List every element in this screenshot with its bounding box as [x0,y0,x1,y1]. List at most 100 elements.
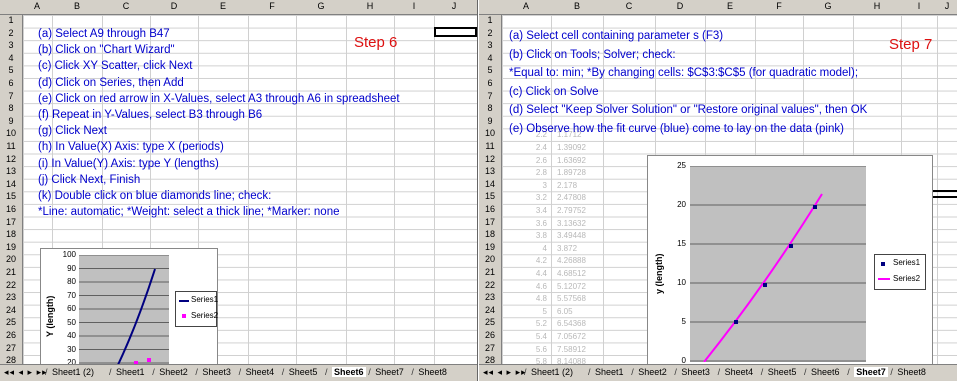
chart-object[interactable]: Y (length) 100 90 80 70 60 50 40 30 20 Series1 S… [40,248,218,368]
row-header[interactable]: 8 [0,103,22,113]
column-header[interactable]: A [22,1,52,11]
sheet-tab[interactable]: Sheet8 [897,367,926,377]
row-header[interactable]: 5 [0,65,22,75]
column-header[interactable]: F [755,1,803,11]
column-header[interactable]: E [198,1,248,11]
row-header[interactable]: 10 [479,128,501,138]
row-header[interactable]: 23 [0,292,22,302]
row-header[interactable]: 7 [0,91,22,101]
sheet-tab[interactable]: Sheet5 [289,367,318,377]
sheet-tab[interactable]: Sheet8 [418,367,447,377]
sheet-tab[interactable]: Sheet6 [332,367,366,377]
row-header[interactable]: 11 [479,141,501,151]
row-header[interactable]: 13 [479,166,501,176]
row-header[interactable]: 22 [0,280,22,290]
row-header[interactable]: 9 [0,116,22,126]
row-header[interactable]: 8 [479,103,501,113]
sheet-tab[interactable]: Sheet2 [159,367,188,377]
row-header[interactable]: 24 [0,305,22,315]
row-header[interactable]: 20 [479,254,501,264]
sheet-tab[interactable]: Sheet7 [854,367,888,377]
row-header[interactable]: 24 [479,305,501,315]
row-header[interactable]: 19 [479,242,501,252]
row-header[interactable]: 15 [0,191,22,201]
column-header[interactable]: I [394,1,434,11]
row-header[interactable]: 21 [0,267,22,277]
sheet-tab[interactable]: Sheet5 [768,367,797,377]
sheet-tab[interactable]: Sheet1 (2) [52,367,94,377]
row-header[interactable]: 14 [479,179,501,189]
row-header[interactable]: 27 [0,343,22,353]
row-header[interactable]: 13 [0,166,22,176]
column-header[interactable]: D [150,1,198,11]
row-header[interactable]: 11 [0,141,22,151]
column-header[interactable]: G [803,1,853,11]
row-header[interactable]: 2 [0,28,22,38]
row-header[interactable]: 1 [479,15,501,25]
sheet-tab[interactable]: Sheet6 [811,367,840,377]
row-header[interactable]: 6 [479,78,501,88]
row-header[interactable]: 7 [479,91,501,101]
sheet-tab[interactable]: Sheet2 [638,367,667,377]
row-header[interactable]: 3 [479,40,501,50]
row-header[interactable]: 6 [0,78,22,88]
column-header[interactable]: B [52,1,102,11]
sheet-tab[interactable]: Sheet4 [725,367,754,377]
row-header[interactable]: 21 [479,267,501,277]
column-header[interactable]: J [937,1,957,11]
row-header[interactable]: 15 [479,191,501,201]
row-header[interactable]: 25 [479,317,501,327]
row-header[interactable]: 18 [0,229,22,239]
column-header[interactable]: C [102,1,150,11]
row-header[interactable]: 22 [479,280,501,290]
row-header[interactable]: 16 [479,204,501,214]
row-header[interactable]: 4 [479,53,501,63]
sheet-tab[interactable]: Sheet7 [375,367,404,377]
row-header[interactable]: 1 [0,15,22,25]
column-header[interactable]: H [346,1,394,11]
sheet-tab[interactable]: Sheet3 [202,367,231,377]
row-header[interactable]: 3 [0,40,22,50]
row-header[interactable]: 23 [479,292,501,302]
sheet-tab[interactable]: Sheet1 [595,367,624,377]
row-header[interactable]: 17 [0,217,22,227]
row-header[interactable]: 5 [479,65,501,75]
column-header[interactable]: D [655,1,705,11]
column-header[interactable]: J [434,1,474,11]
column-header[interactable]: A [501,1,551,11]
row-header[interactable]: 9 [479,116,501,126]
column-header[interactable]: G [296,1,346,11]
column-header[interactable]: B [551,1,603,11]
row-header[interactable]: 18 [479,229,501,239]
tab-scroll-arrows-icon[interactable]: ◂◂ ◂ ▸ ▸▸ [483,367,527,378]
row-header[interactable]: 27 [479,343,501,353]
column-header[interactable]: F [248,1,296,11]
row-header[interactable]: 19 [0,242,22,252]
column-header[interactable]: I [901,1,937,11]
sheet-tab[interactable]: Sheet1 (2) [531,367,573,377]
row-header[interactable]: 26 [479,330,501,340]
selected-cell[interactable] [434,27,477,37]
row-header[interactable]: 25 [0,317,22,327]
row-header[interactable]: 12 [0,154,22,164]
row-header[interactable]: 4 [0,53,22,63]
column-header[interactable]: E [705,1,755,11]
row-header[interactable]: 2 [479,28,501,38]
column-header[interactable]: H [853,1,901,11]
cell-value-a: 3 [542,180,547,190]
row-header[interactable]: 26 [0,330,22,340]
tab-separator-icon: / [45,367,48,377]
column-header[interactable]: C [603,1,655,11]
chart-object[interactable]: y (length) 25 20 15 10 5 0 Series1 Series2 [647,155,933,367]
sheet-tab[interactable]: Sheet4 [246,367,275,377]
row-header[interactable]: 10 [0,128,22,138]
row-header[interactable]: 17 [479,217,501,227]
sheet-tab[interactable]: Sheet3 [681,367,710,377]
row-header[interactable]: 20 [0,254,22,264]
sheet-tab[interactable]: Sheet1 [116,367,145,377]
instruction-line: (a) Select cell containing parameter s (… [509,30,724,42]
row-header[interactable]: 12 [479,154,501,164]
row-header[interactable]: 16 [0,204,22,214]
row-header[interactable]: 14 [0,179,22,189]
tab-scroll-arrows-icon[interactable]: ◂◂ ◂ ▸ ▸▸ [4,367,48,378]
